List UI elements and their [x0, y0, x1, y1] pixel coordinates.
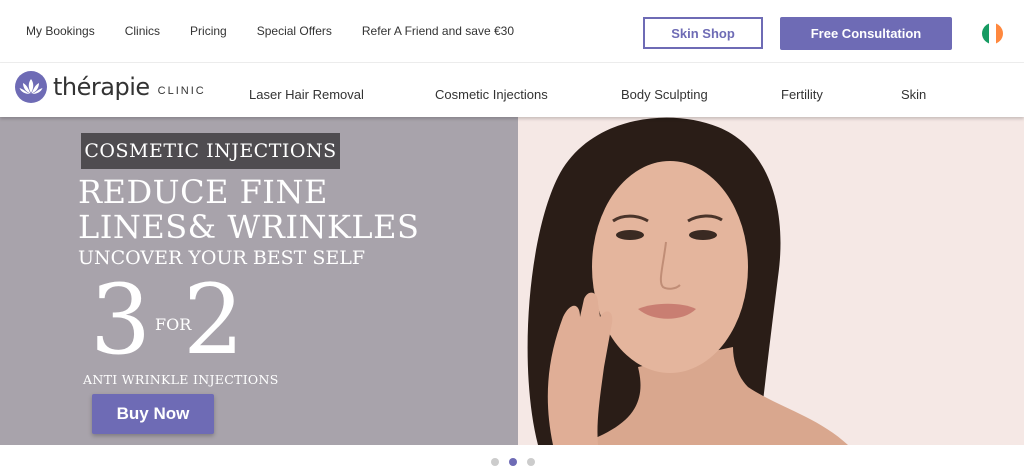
- skin-shop-button[interactable]: Skin Shop: [643, 17, 763, 49]
- free-consultation-button[interactable]: Free Consultation: [780, 17, 952, 50]
- offer-number-a: 3: [90, 264, 152, 376]
- nav-cosmetic-injections[interactable]: Cosmetic Injections: [435, 87, 548, 102]
- link-pricing[interactable]: Pricing: [190, 24, 227, 38]
- offer-number-b: 2: [183, 264, 245, 376]
- hero-headline-line1: REDUCE FINE: [78, 173, 328, 211]
- buy-now-button[interactable]: Buy Now: [92, 394, 214, 434]
- hero-headline-line2: LINES& WRINKLES: [78, 208, 420, 246]
- woman-portrait-image: [527, 117, 848, 445]
- offer-caption: ANTI WRINKLE INJECTIONS: [83, 372, 279, 387]
- nav-skin[interactable]: Skin: [901, 87, 926, 102]
- hero-category-badge: COSMETIC INJECTIONS: [81, 133, 340, 169]
- ireland-flag-icon[interactable]: [982, 23, 1003, 44]
- link-special-offers[interactable]: Special Offers: [257, 24, 332, 38]
- nav-laser-hair-removal[interactable]: Laser Hair Removal: [249, 87, 364, 102]
- nav-body-sculpting[interactable]: Body Sculpting: [621, 87, 708, 102]
- main-navigation: thérapie CLINIC Laser Hair Removal Cosme…: [0, 63, 1024, 117]
- top-links: My Bookings Clinics Pricing Special Offe…: [26, 24, 544, 38]
- link-refer-a-friend[interactable]: Refer A Friend and save €30: [362, 24, 514, 38]
- hero-banner[interactable]: COSMETIC INJECTIONS REDUCE FINE LINES& W…: [0, 117, 1024, 445]
- carousel-pagination: [491, 458, 535, 466]
- brand-subtitle: CLINIC: [157, 85, 206, 97]
- carousel-dot[interactable]: [527, 458, 535, 466]
- brand-logo[interactable]: thérapie CLINIC: [15, 71, 206, 103]
- carousel-dot[interactable]: [491, 458, 499, 466]
- nav-fertility[interactable]: Fertility: [781, 87, 823, 102]
- brand-name: thérapie: [53, 73, 150, 101]
- carousel-dot-active[interactable]: [509, 458, 517, 466]
- link-my-bookings[interactable]: My Bookings: [26, 24, 95, 38]
- top-utility-bar: My Bookings Clinics Pricing Special Offe…: [0, 0, 1024, 63]
- link-clinics[interactable]: Clinics: [125, 24, 160, 38]
- lotus-icon: [15, 71, 47, 103]
- hero-image-panel: [518, 117, 1024, 445]
- hero-headline: REDUCE FINE LINES& WRINKLES: [78, 175, 419, 245]
